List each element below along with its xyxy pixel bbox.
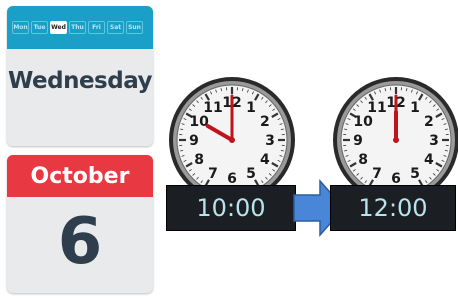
clock-number: 1 xyxy=(246,100,256,116)
clock-number: 7 xyxy=(208,166,218,182)
clock-number: 3 xyxy=(429,133,439,149)
digital-time-1: 10:00 xyxy=(196,194,266,222)
weekday-fri: Fri xyxy=(88,21,105,34)
digital-time-panel-1: 10:00 xyxy=(166,185,296,231)
weekday-wed: Wed xyxy=(50,21,67,34)
weekday-thu: Thu xyxy=(69,21,86,34)
weekday-strip: Mon Tue Wed Thu Fri Sat Sun xyxy=(7,6,153,49)
clock-number: 5 xyxy=(410,166,420,182)
clock-number: 1 xyxy=(410,100,420,116)
calendar-weekday-card: Mon Tue Wed Thu Fri Sat Sun Wednesday xyxy=(7,6,153,146)
weekday-mon: Mon xyxy=(12,21,29,34)
clock-number: 4 xyxy=(424,152,434,168)
month-label: October xyxy=(30,163,130,189)
clock-number: 2 xyxy=(260,114,270,130)
weekday-sat: Sat xyxy=(107,21,124,34)
clock-number: 2 xyxy=(424,114,434,130)
clock-number: 7 xyxy=(372,166,382,182)
clock-number: 8 xyxy=(358,152,368,168)
clock-number: 5 xyxy=(246,166,256,182)
clock-number: 3 xyxy=(265,133,275,149)
clock-number: 4 xyxy=(260,152,270,168)
weekday-sun: Sun xyxy=(126,21,143,34)
digital-time-panel-2: 12:00 xyxy=(330,185,456,231)
date-number: 6 xyxy=(57,205,103,279)
clock-number: 11 xyxy=(203,100,222,116)
digital-time-2: 12:00 xyxy=(358,194,428,222)
month-bar: October xyxy=(7,155,153,197)
clock-number: 10 xyxy=(353,114,373,130)
day-name: Wednesday xyxy=(7,68,153,94)
calendar-date-card: October 6 xyxy=(7,155,153,293)
clock-number: 9 xyxy=(189,133,199,149)
clock-number: 11 xyxy=(367,100,386,116)
weekday-tue: Tue xyxy=(31,21,48,34)
clock-number: 9 xyxy=(353,133,363,149)
clock-number: 10 xyxy=(189,114,209,130)
clock-number: 8 xyxy=(194,152,204,168)
